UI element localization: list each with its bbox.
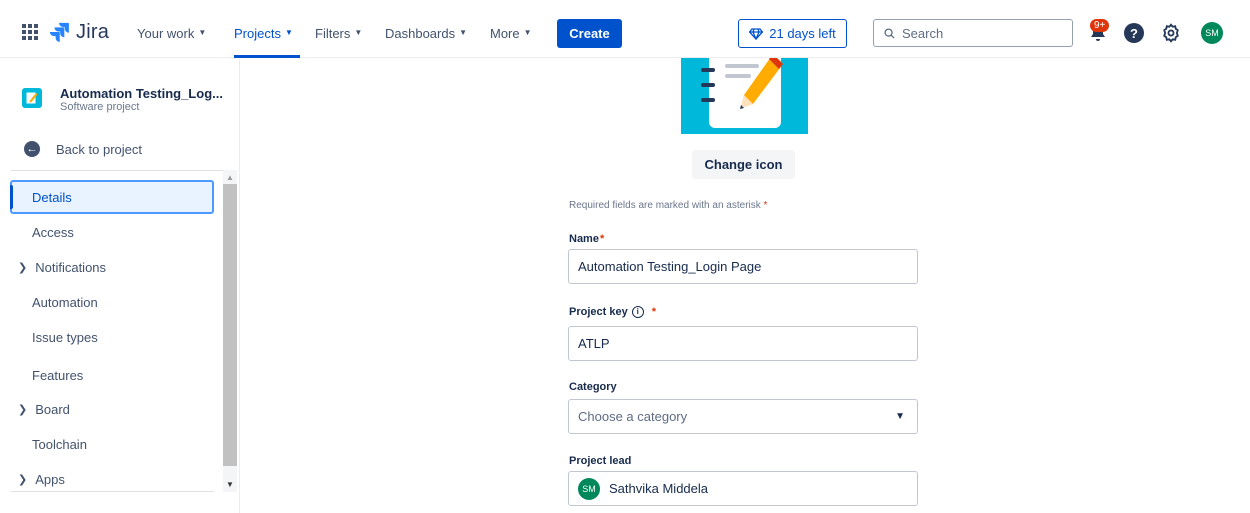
info-icon[interactable]: i <box>631 306 644 318</box>
chevron-down-icon: ▼ <box>284 27 293 37</box>
project-avatar-icon <box>22 88 42 108</box>
chevron-right-icon: ❯ <box>18 473 28 486</box>
notebook-pencil-icon <box>701 58 783 128</box>
lead-avatar: SM <box>578 477 600 500</box>
name-input[interactable]: Automation Testing_Login Page <box>568 249 918 284</box>
category-field-label: Category <box>569 381 617 393</box>
jira-logo[interactable]: Jira <box>48 20 109 44</box>
nav-dashboards-label: Dashboards <box>385 25 456 41</box>
active-tab-indicator <box>234 55 300 58</box>
back-to-project-link[interactable]: ← Back to project <box>24 141 142 157</box>
notification-badge: 9+ <box>1090 19 1110 32</box>
nav-your-work[interactable]: Your work ▼ <box>137 24 206 42</box>
arrow-left-icon: ← <box>24 141 40 157</box>
sidebar-item-label: Features <box>32 367 84 383</box>
sidebar-item-label: Toolchain <box>32 436 87 452</box>
project-lead-select[interactable]: SM Sathvika Middela <box>568 471 918 506</box>
divider <box>11 170 223 171</box>
project-settings-sidebar: Automation Testing_Log... Software proje… <box>0 59 240 513</box>
nav-your-work-label: Your work <box>137 25 195 41</box>
category-select[interactable]: Choose a category ▼ <box>568 399 918 434</box>
sidebar-item-notifications[interactable]: ❯ Notifications <box>10 250 214 284</box>
nav-dashboards[interactable]: Dashboards ▼ <box>385 24 467 42</box>
chevron-down-icon: ▼ <box>523 27 532 37</box>
chevron-down-icon: ▼ <box>198 27 207 37</box>
nav-more-label: More <box>490 25 520 41</box>
project-lead-label-text: Project lead <box>569 455 632 467</box>
chevron-down-icon: ▼ <box>459 27 468 37</box>
nav-filters[interactable]: Filters ▼ <box>315 24 362 42</box>
project-key-input[interactable]: ATLP <box>568 326 918 361</box>
project-logo-image <box>681 58 808 134</box>
scroll-up-arrow-icon[interactable]: ▲ <box>226 173 234 182</box>
nav-projects[interactable]: Projects ▼ <box>234 24 293 42</box>
category-label-text: Category <box>569 381 617 393</box>
project-lead-field-label: Project lead <box>569 455 631 467</box>
required-note-text: Required fields are marked with an aster… <box>569 200 761 211</box>
change-icon-button[interactable]: Change icon <box>692 150 795 179</box>
notifications-button[interactable]: 9+ <box>1085 19 1113 47</box>
search-icon <box>884 27 895 39</box>
required-asterisk: * <box>763 200 768 211</box>
nav-filters-label: Filters <box>315 25 351 41</box>
app-switcher-icon[interactable] <box>22 24 38 40</box>
required-fields-note: Required fields are marked with an aster… <box>569 200 767 211</box>
sidebar-item-features[interactable]: Features <box>10 358 214 392</box>
sidebar-item-label: Notifications <box>35 259 107 275</box>
create-button[interactable]: Create <box>557 19 622 48</box>
sidebar-item-access[interactable]: Access <box>10 215 214 249</box>
nav-more[interactable]: More ▼ <box>490 24 532 42</box>
trial-days-button[interactable]: 21 days left <box>738 19 847 48</box>
project-lead-name: Sathvika Middela <box>609 481 708 496</box>
name-label-text: Name <box>569 233 599 245</box>
trial-days-label: 21 days left <box>769 26 836 41</box>
jira-logo-text: Jira <box>76 20 110 43</box>
project-key-field-label: Project key i * <box>569 306 656 318</box>
sidebar-item-automation[interactable]: Automation <box>10 285 214 319</box>
name-field-label: Name * <box>569 233 604 245</box>
sidebar-item-issue-types[interactable]: Issue types <box>10 320 214 354</box>
sidebar-item-label: Automation <box>32 294 98 310</box>
scrollbar-thumb[interactable] <box>223 184 237 466</box>
sidebar-item-details[interactable]: Details <box>10 180 214 214</box>
chevron-right-icon: ❯ <box>18 261 28 274</box>
sidebar-item-label: Access <box>32 224 74 240</box>
pencil-icon <box>26 92 38 104</box>
sidebar-item-toolchain[interactable]: Toolchain <box>10 427 214 461</box>
sidebar-item-label: Details <box>32 189 72 205</box>
jira-logo-icon <box>49 22 69 42</box>
search-input[interactable]: Search <box>873 19 1073 47</box>
chevron-down-icon: ▼ <box>895 411 905 422</box>
required-asterisk: * <box>599 233 605 245</box>
search-placeholder: Search <box>902 25 944 41</box>
gear-icon[interactable] <box>1160 22 1182 44</box>
nav-projects-label: Projects <box>234 25 281 41</box>
top-navigation: Jira Your work ▼ Projects ▼ Filters ▼ Da… <box>0 8 1250 58</box>
chevron-right-icon: ❯ <box>18 403 28 416</box>
category-placeholder: Choose a category <box>578 409 688 424</box>
sidebar-item-board[interactable]: ❯ Board <box>10 392 214 426</box>
help-icon[interactable]: ? <box>1124 23 1144 43</box>
sidebar-item-label: Issue types <box>32 329 98 345</box>
project-type: Software project <box>60 101 140 113</box>
required-asterisk: * <box>651 306 656 318</box>
divider <box>11 491 214 492</box>
sidebar-item-label: Apps <box>35 471 65 487</box>
user-avatar[interactable]: SM <box>1201 22 1223 44</box>
project-key-label-text: Project key <box>569 306 628 318</box>
back-to-project-label: Back to project <box>56 141 142 157</box>
diamond-icon <box>749 27 764 40</box>
chevron-down-icon: ▼ <box>354 27 363 37</box>
project-name: Automation Testing_Log... <box>60 86 223 101</box>
sidebar-item-label: Board <box>35 401 70 417</box>
scroll-down-arrow-icon[interactable]: ▼ <box>226 480 234 489</box>
